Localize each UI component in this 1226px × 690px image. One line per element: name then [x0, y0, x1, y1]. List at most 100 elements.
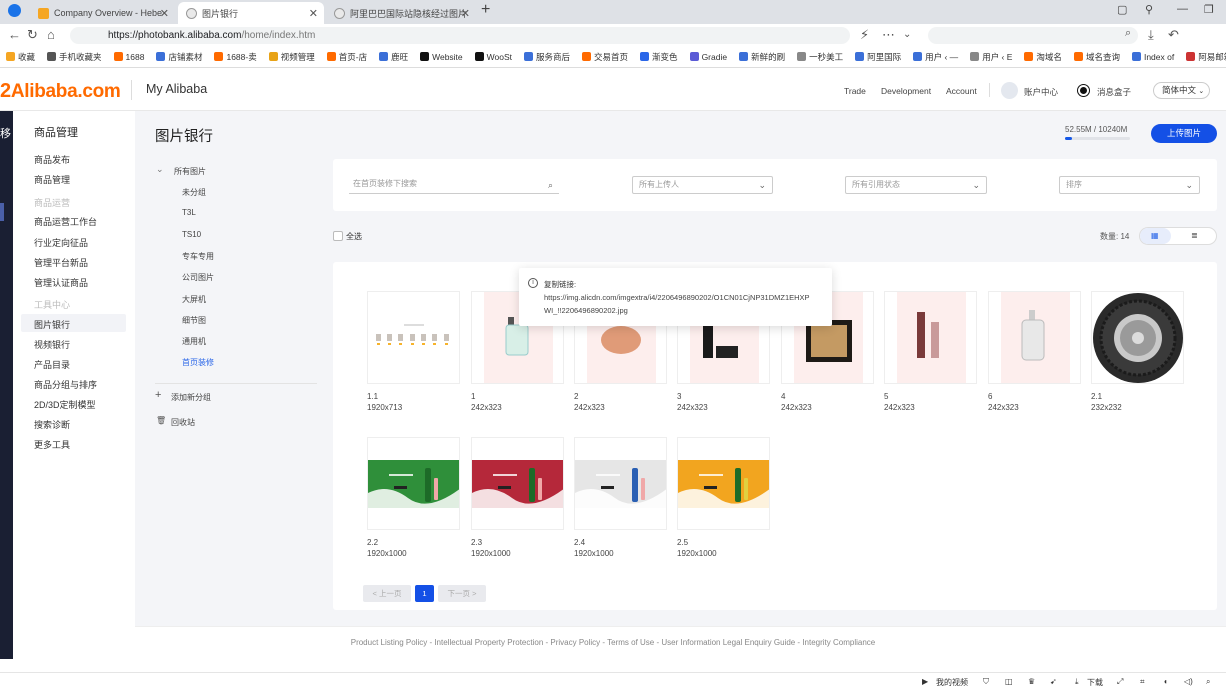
url-field[interactable]: https://photobank.alibaba.com/home/index…	[70, 27, 850, 44]
image-card[interactable]: 2.1 232x232	[1091, 291, 1184, 413]
close-icon[interactable]: ✕	[461, 7, 470, 20]
close-icon[interactable]: ✕	[309, 7, 318, 20]
sidebar-item[interactable]: 2D/3D定制模型	[34, 398, 96, 411]
avatar[interactable]	[1001, 82, 1018, 99]
list-view-icon[interactable]: ≣	[1191, 231, 1198, 240]
image-thumbnail[interactable]	[367, 437, 460, 530]
uploader-select[interactable]: 所有上传人 ⌄	[632, 176, 773, 194]
sidebar-item[interactable]: 商品管理	[34, 173, 70, 186]
bookmark-item[interactable]: 服务商后	[524, 51, 570, 63]
tree-folder[interactable]: TS10	[182, 230, 201, 239]
next-page-button[interactable]: 下一页 >	[438, 585, 486, 602]
image-card[interactable]: 2.2 1920x1000	[367, 437, 460, 559]
sidebar-item[interactable]: 管理平台新品	[34, 256, 88, 269]
image-thumbnail[interactable]	[884, 291, 977, 384]
video-icon[interactable]: ▶	[922, 677, 928, 686]
bookmark-item[interactable]: 淘域名	[1024, 51, 1062, 63]
bookmark-item[interactable]: 鹿旺	[379, 51, 408, 63]
account-center-link[interactable]: 账户中心	[1024, 86, 1058, 98]
image-card[interactable]: 2.5 1920x1000	[677, 437, 770, 559]
language-select[interactable]: 简体中文 ⌄	[1153, 82, 1210, 99]
select-all-label[interactable]: 全选	[346, 231, 362, 242]
add-group-link[interactable]: 添加新分组	[171, 392, 211, 403]
search-engine-field[interactable]	[928, 27, 1138, 44]
tab-company-overview[interactable]: Company Overview - Hebe ✕	[30, 2, 175, 24]
reload-icon[interactable]: ↻	[27, 27, 38, 43]
image-thumbnail[interactable]	[677, 437, 770, 530]
crop-icon[interactable]: ⌗	[1140, 677, 1145, 687]
plus-icon[interactable]: +	[155, 389, 161, 401]
undo-icon[interactable]: ↶	[1168, 27, 1179, 43]
recycle-bin-link[interactable]: 回收站	[171, 417, 195, 428]
close-icon[interactable]: ✕	[160, 7, 169, 20]
message-icon[interactable]	[1078, 85, 1089, 96]
tree-folder[interactable]: 公司图片	[182, 272, 214, 283]
bookmark-item[interactable]: 视频管理	[268, 51, 315, 63]
zoom-icon[interactable]: ⌕	[1206, 677, 1210, 687]
bookmark-item[interactable]: WooSt	[474, 52, 512, 62]
bookmark-item[interactable]: 收藏	[6, 51, 35, 63]
image-thumbnail[interactable]	[1091, 291, 1184, 384]
my-video-link[interactable]: 我的视频	[936, 677, 968, 688]
bookmark-item[interactable]: 首页-店	[326, 51, 367, 63]
lightning-icon[interactable]: ⚡	[860, 27, 869, 43]
restore-icon[interactable]: ❐	[1204, 3, 1214, 16]
rocket-icon[interactable]: ➹	[1050, 677, 1057, 686]
tab-alibaba-images[interactable]: 阿里巴巴国际站隐核经过图片 ✕	[326, 2, 476, 24]
image-thumbnail[interactable]	[574, 437, 667, 530]
chevron-down-icon[interactable]: ⌄	[156, 164, 164, 175]
image-card[interactable]: 2.3 1920x1000	[471, 437, 564, 559]
image-card[interactable]: 5 242x323	[884, 291, 977, 413]
tree-folder[interactable]: 细节图	[182, 315, 206, 326]
download-link[interactable]: 下载	[1087, 677, 1103, 688]
bookmark-item[interactable]: 1688	[113, 52, 144, 62]
select-all-checkbox[interactable]	[333, 231, 343, 241]
bookmark-item[interactable]: 新鲜的刷	[739, 51, 785, 63]
minimize-icon[interactable]: —	[1177, 3, 1188, 15]
image-thumbnail[interactable]	[367, 291, 460, 384]
global-nav-label[interactable]: 移	[0, 125, 11, 141]
tree-folder[interactable]: 专车专用	[182, 251, 214, 262]
bookmark-item[interactable]: 一秒美工	[797, 51, 843, 63]
bookmark-item[interactable]: Gradie	[689, 52, 727, 62]
tree-folder[interactable]: 首页装修	[182, 357, 214, 368]
sidebar-toggle-icon[interactable]: ▢	[1117, 3, 1127, 16]
sidebar-item[interactable]: 图片银行	[34, 318, 70, 331]
bookmark-item[interactable]: 用户 ‹ —	[913, 51, 958, 63]
new-tab-icon[interactable]: +	[481, 1, 490, 19]
search-icon[interactable]: ⌕	[548, 177, 553, 193]
back-icon[interactable]: ←	[8, 27, 21, 42]
download-icon[interactable]: ⤓	[1075, 677, 1079, 687]
tree-folder[interactable]: 大屏机	[182, 294, 206, 305]
bookmark-item[interactable]: 手机收藏夹	[47, 51, 102, 63]
tab-photo-bank[interactable]: 图片银行 ✕	[178, 2, 324, 24]
page-1-button[interactable]: 1	[415, 585, 434, 602]
image-card[interactable]: 1.1 1920x713	[367, 291, 460, 413]
bookmark-item[interactable]: 渐变色	[640, 51, 678, 63]
footer-links[interactable]: Product Listing Policy - Intellectual Pr…	[0, 638, 1226, 647]
chevron-down-icon[interactable]: ⌄	[903, 29, 911, 40]
sidebar-item[interactable]: 产品目录	[34, 358, 70, 371]
message-box-link[interactable]: 消息盒子	[1097, 86, 1131, 98]
tooltip-url[interactable]: https://img.alicdn.com/imgextra/i4/22064…	[544, 292, 814, 317]
tree-folder[interactable]: 通用机	[182, 336, 206, 347]
tree-folder[interactable]: 未分组	[182, 187, 206, 198]
image-card[interactable]: 6 242x323	[988, 291, 1081, 413]
alibaba-logo[interactable]: 2Alibaba.com	[0, 80, 121, 103]
sidebar-item[interactable]: 商品运营工作台	[34, 215, 97, 228]
tree-root-all-images[interactable]: 所有图片	[174, 166, 206, 177]
bookmark-item[interactable]: 店铺素材	[156, 51, 202, 63]
search-icon[interactable]: ⌕	[1125, 27, 1131, 40]
search-input[interactable]: 在首页装修下搜索 ⌕	[349, 176, 559, 194]
bookmark-item[interactable]: 阿易邮箱	[1186, 51, 1226, 63]
sidebar-item[interactable]: 搜索诊断	[34, 418, 70, 431]
reference-status-select[interactable]: 所有引用状态 ⌄	[845, 176, 987, 194]
nav-account[interactable]: Account	[946, 86, 977, 96]
tree-folder[interactable]: T3L	[182, 208, 196, 217]
bookmark-item[interactable]: 交易首页	[582, 51, 628, 63]
home-icon[interactable]: ⌂	[47, 27, 55, 42]
bookmark-item[interactable]: Website	[420, 52, 463, 62]
sidebar-item[interactable]: 商品发布	[34, 153, 70, 166]
nav-trade[interactable]: Trade	[844, 86, 866, 96]
shield-icon[interactable]: ⛉	[983, 677, 989, 687]
